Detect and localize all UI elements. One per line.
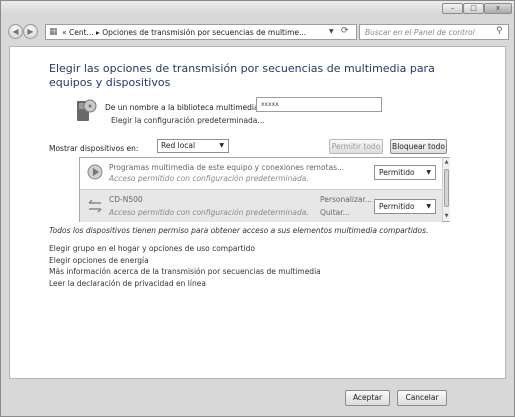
customize-link[interactable]: Personalizar... xyxy=(320,195,372,204)
refresh-icon[interactable]: ⟳ xyxy=(341,26,349,36)
show-devices-label: Mostrar dispositivos en: xyxy=(49,144,139,153)
forward-button[interactable]: ▶ xyxy=(23,24,38,39)
dialog-footer: Aceptar Cancelar xyxy=(9,381,506,411)
privacy-link[interactable]: Leer la declaración de privacidad en lín… xyxy=(49,278,321,290)
list-item[interactable]: Programas multimedia de este equipo y co… xyxy=(80,158,442,188)
remove-link[interactable]: Quitar... xyxy=(320,208,350,217)
device-description: Acceso permitido con configuración prede… xyxy=(109,174,309,183)
device-list: Programas multimedia de este equipo y co… xyxy=(79,157,450,222)
window: – □ x ◀ ▶ ▦ « Cent... ▸ Opciones de tran… xyxy=(0,0,515,417)
chevron-down-icon: ▼ xyxy=(219,142,224,149)
chevron-down-icon[interactable]: ▼ xyxy=(329,28,334,35)
device-name: Programas multimedia de este equipo y co… xyxy=(109,163,345,172)
device-permission-select[interactable]: Permitido ▼ xyxy=(374,199,436,214)
more-info-link[interactable]: Más información acerca de la transmisión… xyxy=(49,266,321,278)
navigation-bar: ◀ ▶ ▦ « Cent... ▸ Opciones de transmisió… xyxy=(1,21,514,43)
control-panel-icon: ▦ xyxy=(49,27,58,37)
allow-all-button[interactable]: Permitir todo xyxy=(329,139,383,154)
show-devices-select[interactable]: Red local ▼ xyxy=(157,139,229,153)
page-title: Elegir las opciones de transmisión por s… xyxy=(49,62,435,89)
block-all-button[interactable]: Bloquear todo xyxy=(390,139,447,154)
back-button[interactable]: ◀ xyxy=(8,24,23,39)
homegroup-link[interactable]: Elegir grupo en el hogar y opciones de u… xyxy=(49,243,321,255)
device-name: CD-N500 xyxy=(109,195,143,204)
close-button[interactable]: x xyxy=(484,3,512,14)
library-name-label: De un nombre a la biblioteca multimedia: xyxy=(105,103,262,112)
accept-button[interactable]: Aceptar xyxy=(345,390,390,406)
address-text: « Cent... ▸ Opciones de transmisión por … xyxy=(62,28,307,37)
cancel-button[interactable]: Cancelar xyxy=(397,390,447,406)
search-icon[interactable]: ⚲ xyxy=(496,26,503,36)
scroll-up-icon[interactable]: ▲ xyxy=(443,159,450,165)
choose-defaults-link[interactable]: Elegir la configuración predeterminada..… xyxy=(111,116,265,125)
list-item[interactable]: CD-N500 Acceso permitido con configuraci… xyxy=(80,189,442,222)
media-library-icon xyxy=(75,97,97,123)
search-placeholder: Buscar en el Panel de control xyxy=(365,28,475,37)
device-description: Acceso permitido con configuración prede… xyxy=(109,208,309,217)
chevron-down-icon: ▼ xyxy=(426,203,431,210)
device-permission-select[interactable]: Permitido ▼ xyxy=(374,165,436,180)
related-links: Elegir grupo en el hogar y opciones de u… xyxy=(49,243,321,289)
show-devices-value: Red local xyxy=(161,141,196,150)
power-options-link[interactable]: Elegir opciones de energía xyxy=(49,255,321,267)
media-player-icon xyxy=(86,163,104,181)
device-permission-value: Permitido xyxy=(379,202,415,211)
scroll-down-icon[interactable]: ▼ xyxy=(443,213,450,219)
content-panel: Elegir las opciones de transmisión por s… xyxy=(9,46,506,379)
search-input[interactable]: Buscar en el Panel de control ⚲ xyxy=(359,24,509,40)
device-list-scrollbar[interactable]: ▲ ▼ xyxy=(442,158,450,221)
maximize-button[interactable]: □ xyxy=(463,3,484,14)
title-bar: – □ x xyxy=(1,1,514,15)
network-device-icon xyxy=(86,197,104,215)
library-name-field[interactable]: xxxxx xyxy=(256,97,382,112)
address-bar[interactable]: ▦ « Cent... ▸ Opciones de transmisión po… xyxy=(45,24,357,40)
minimize-button[interactable]: – xyxy=(442,3,463,14)
chevron-down-icon: ▼ xyxy=(426,169,431,176)
device-permission-value: Permitido xyxy=(379,168,415,177)
scroll-thumb[interactable] xyxy=(444,169,449,207)
permission-note: Todos los dispositivos tienen permiso pa… xyxy=(49,226,429,235)
